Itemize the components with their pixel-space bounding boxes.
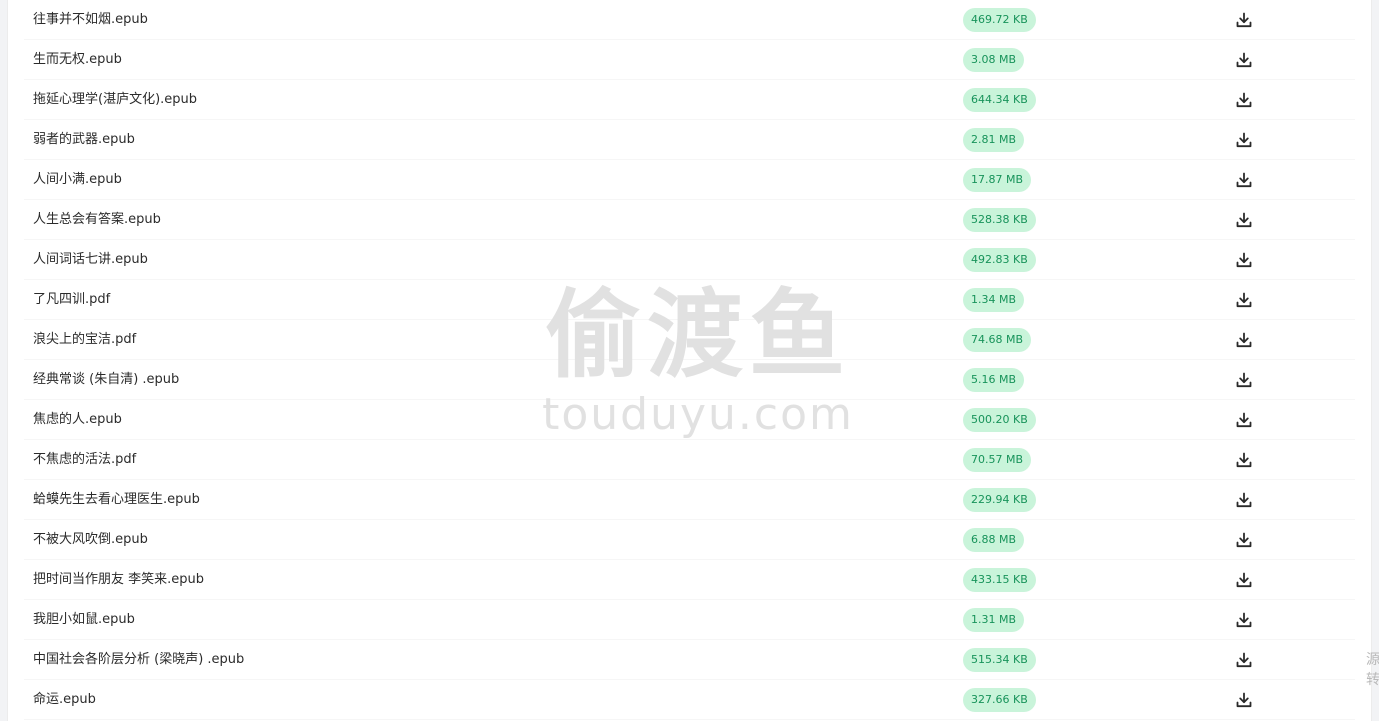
download-icon xyxy=(1236,332,1252,348)
file-row: 生而无权.epub 3.08 MB xyxy=(8,40,1371,80)
file-size-badge: 492.83 KB xyxy=(963,248,1036,272)
download-button[interactable] xyxy=(1233,689,1255,711)
file-row: 人间小满.epub 17.87 MB xyxy=(8,160,1371,200)
download-button[interactable] xyxy=(1233,489,1255,511)
file-size-badge: 70.57 MB xyxy=(963,448,1032,472)
file-size-badge: 528.38 KB xyxy=(963,208,1036,232)
file-name[interactable]: 把时间当作朋友 李笑来.epub xyxy=(33,570,204,590)
file-name[interactable]: 经典常谈 (朱自清) .epub xyxy=(33,370,179,390)
file-row: 了凡四训.pdf 1.34 MB xyxy=(8,280,1371,320)
file-size-badge: 5.16 MB xyxy=(963,368,1025,392)
file-row: 不被大风吹倒.epub 6.88 MB xyxy=(8,520,1371,560)
download-button[interactable] xyxy=(1233,409,1255,431)
download-icon xyxy=(1236,572,1252,588)
download-button[interactable] xyxy=(1233,289,1255,311)
download-icon xyxy=(1236,52,1252,68)
file-name[interactable]: 往事并不如烟.epub xyxy=(33,10,148,30)
side-floating-text: 源 转 xyxy=(1366,652,1379,688)
download-button[interactable] xyxy=(1233,329,1255,351)
file-size-badge: 1.34 MB xyxy=(963,288,1025,312)
file-row: 中国社会各阶层分析 (梁晓声) .epub 515.34 KB xyxy=(8,640,1371,680)
file-size-badge: 17.87 MB xyxy=(963,168,1032,192)
file-name[interactable]: 我胆小如鼠.epub xyxy=(33,610,135,630)
file-size-badge: 74.68 MB xyxy=(963,328,1032,352)
download-icon xyxy=(1236,212,1252,228)
file-name[interactable]: 了凡四训.pdf xyxy=(33,290,110,310)
file-name[interactable]: 生而无权.epub xyxy=(33,50,122,70)
file-size-badge: 229.94 KB xyxy=(963,488,1036,512)
file-name[interactable]: 拖延心理学(湛庐文化).epub xyxy=(33,90,197,110)
file-row: 不焦虑的活法.pdf 70.57 MB xyxy=(8,440,1371,480)
download-icon xyxy=(1236,132,1252,148)
file-name[interactable]: 人生总会有答案.epub xyxy=(33,210,161,230)
download-icon xyxy=(1236,252,1252,268)
download-icon xyxy=(1236,652,1252,668)
file-list-panel: 往事并不如烟.epub 469.72 KB 生而无权.epub 3.08 MB 拖延心理… xyxy=(7,0,1372,721)
download-button[interactable] xyxy=(1233,569,1255,591)
file-name[interactable]: 命运.epub xyxy=(33,690,96,710)
file-size-badge: 327.66 KB xyxy=(963,688,1036,712)
file-name[interactable]: 焦虑的人.epub xyxy=(33,410,122,430)
file-row: 弱者的武器.epub 2.81 MB xyxy=(8,120,1371,160)
download-icon xyxy=(1236,372,1252,388)
download-button[interactable] xyxy=(1233,49,1255,71)
file-row: 焦虑的人.epub 500.20 KB xyxy=(8,400,1371,440)
file-size-badge: 500.20 KB xyxy=(963,408,1036,432)
file-size-badge: 469.72 KB xyxy=(963,8,1036,32)
file-size-badge: 3.08 MB xyxy=(963,48,1025,72)
download-icon xyxy=(1236,172,1252,188)
file-name[interactable]: 人间小满.epub xyxy=(33,170,122,190)
file-row: 往事并不如烟.epub 469.72 KB xyxy=(8,0,1371,40)
download-icon xyxy=(1236,92,1252,108)
file-size-badge: 644.34 KB xyxy=(963,88,1036,112)
file-row: 浪尖上的宝洁.pdf 74.68 MB xyxy=(8,320,1371,360)
file-size-badge: 515.34 KB xyxy=(963,648,1036,672)
file-row: 我胆小如鼠.epub 1.31 MB xyxy=(8,600,1371,640)
download-icon xyxy=(1236,12,1252,28)
file-name[interactable]: 不被大风吹倒.epub xyxy=(33,530,148,550)
download-button[interactable] xyxy=(1233,249,1255,271)
file-list: 往事并不如烟.epub 469.72 KB 生而无权.epub 3.08 MB 拖延心理… xyxy=(8,0,1371,720)
file-size-badge: 2.81 MB xyxy=(963,128,1025,152)
download-button[interactable] xyxy=(1233,169,1255,191)
download-button[interactable] xyxy=(1233,449,1255,471)
download-icon xyxy=(1236,492,1252,508)
file-name[interactable]: 人间词话七讲.epub xyxy=(33,250,148,270)
download-icon xyxy=(1236,292,1252,308)
download-icon xyxy=(1236,412,1252,428)
file-row: 人间词话七讲.epub 492.83 KB xyxy=(8,240,1371,280)
file-row: 命运.epub 327.66 KB xyxy=(8,680,1371,720)
file-row: 人生总会有答案.epub 528.38 KB xyxy=(8,200,1371,240)
download-icon xyxy=(1236,452,1252,468)
file-name[interactable]: 蛤蟆先生去看心理医生.epub xyxy=(33,490,200,510)
file-row: 把时间当作朋友 李笑来.epub 433.15 KB xyxy=(8,560,1371,600)
file-size-badge: 433.15 KB xyxy=(963,568,1036,592)
file-row: 拖延心理学(湛庐文化).epub 644.34 KB xyxy=(8,80,1371,120)
file-name[interactable]: 不焦虑的活法.pdf xyxy=(33,450,136,470)
download-button[interactable] xyxy=(1233,369,1255,391)
download-button[interactable] xyxy=(1233,609,1255,631)
download-icon xyxy=(1236,612,1252,628)
file-size-badge: 1.31 MB xyxy=(963,608,1025,632)
download-button[interactable] xyxy=(1233,209,1255,231)
download-button[interactable] xyxy=(1233,129,1255,151)
file-size-badge: 6.88 MB xyxy=(963,528,1025,552)
download-button[interactable] xyxy=(1233,529,1255,551)
download-button[interactable] xyxy=(1233,9,1255,31)
download-icon xyxy=(1236,532,1252,548)
file-name[interactable]: 中国社会各阶层分析 (梁晓声) .epub xyxy=(33,650,244,670)
download-button[interactable] xyxy=(1233,649,1255,671)
file-name[interactable]: 浪尖上的宝洁.pdf xyxy=(33,330,136,350)
download-icon xyxy=(1236,692,1252,708)
file-row: 蛤蟆先生去看心理医生.epub 229.94 KB xyxy=(8,480,1371,520)
download-button[interactable] xyxy=(1233,89,1255,111)
file-row: 经典常谈 (朱自清) .epub 5.16 MB xyxy=(8,360,1371,400)
file-name[interactable]: 弱者的武器.epub xyxy=(33,130,135,150)
